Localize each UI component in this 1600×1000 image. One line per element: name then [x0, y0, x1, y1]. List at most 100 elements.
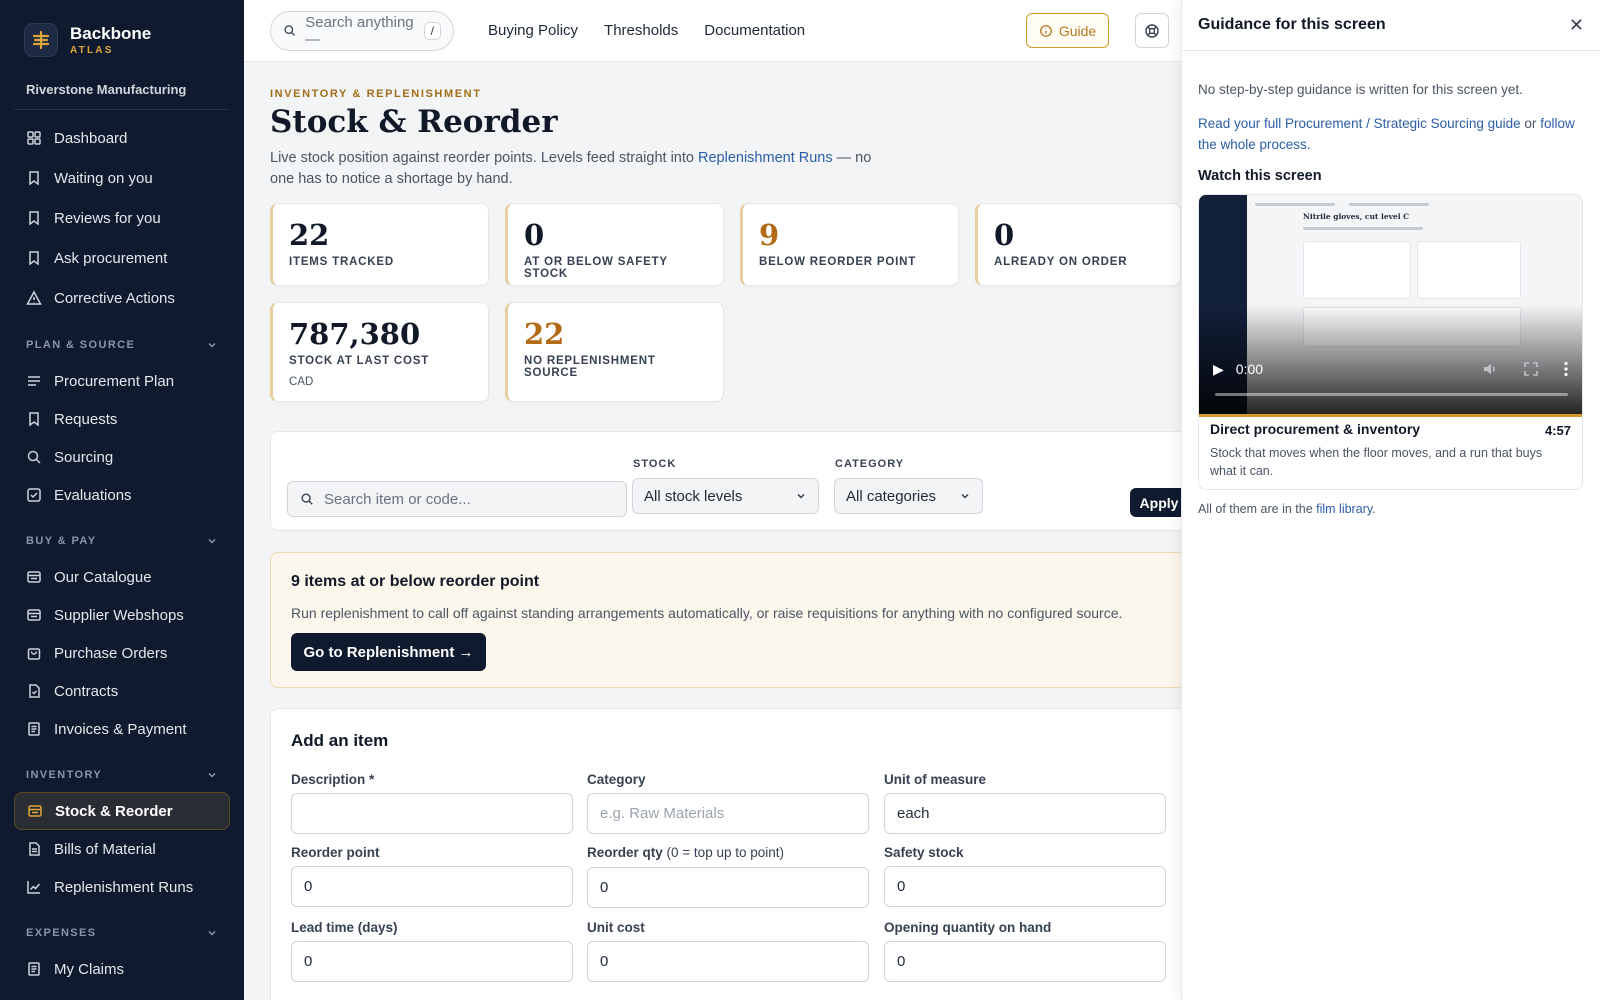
- item-search-input[interactable]: Search item or code...: [287, 481, 627, 517]
- reorder-point-field[interactable]: 0: [291, 866, 573, 907]
- stat-card-items-tracked: 22 ITEMS TRACKED: [270, 203, 489, 286]
- sidebar-item-my-claims[interactable]: My Claims: [14, 950, 230, 988]
- video-player[interactable]: Nitrile gloves, cut level C ▶ 0:00: [1199, 195, 1582, 414]
- sidebar-item-label: Requests: [54, 410, 118, 428]
- sidebar-item-label: Supplier Webshops: [54, 606, 184, 624]
- reorder-qty-field[interactable]: 0: [587, 867, 869, 908]
- link-buying-policy[interactable]: Buying Policy: [488, 22, 578, 39]
- section-inventory[interactable]: INVENTORY: [14, 758, 230, 792]
- full-guide-link[interactable]: Read your full Procurement / Strategic S…: [1198, 116, 1521, 131]
- organization-name[interactable]: Riverstone Manufacturing: [14, 80, 230, 110]
- sidebar-item-dashboard[interactable]: Dashboard: [14, 118, 230, 158]
- grid-icon: [27, 131, 41, 145]
- opening-qty-label: Opening quantity on hand: [884, 920, 1052, 935]
- sidebar-item-evaluations[interactable]: Evaluations: [14, 476, 230, 514]
- uom-field[interactable]: each: [884, 793, 1166, 834]
- guide-button[interactable]: Guide: [1026, 13, 1109, 48]
- sidebar-item-replenishment-runs[interactable]: Replenishment Runs: [14, 868, 230, 906]
- section-buy-pay[interactable]: BUY & PAY: [14, 524, 230, 558]
- sidebar-item-label: My Claims: [54, 960, 124, 978]
- section-expenses[interactable]: EXPENSES: [14, 916, 230, 950]
- panel-title: Guidance for this screen: [1198, 16, 1386, 33]
- global-search-input[interactable]: Search anything — /: [270, 10, 454, 51]
- stat-label: ALREADY ON ORDER: [994, 256, 1128, 268]
- film-duration: 4:57: [1544, 423, 1571, 438]
- video-thumbnail-panel: [1303, 241, 1411, 299]
- sidebar-item-our-catalogue[interactable]: Our Catalogue: [14, 558, 230, 596]
- stock-filter-select[interactable]: All stock levels: [632, 478, 819, 514]
- search-icon: [27, 450, 41, 464]
- help-button[interactable]: [1135, 13, 1169, 48]
- sidebar-item-corrective-actions[interactable]: Corrective Actions: [14, 278, 230, 318]
- section-title: BUY & PAY: [26, 535, 97, 547]
- close-icon[interactable]: ✕: [1569, 15, 1584, 36]
- stat-value: 22: [289, 218, 330, 252]
- stock-filter-label: STOCK: [633, 458, 677, 470]
- file-icon: [29, 842, 40, 856]
- video-thumbnail-line: [1255, 203, 1335, 206]
- file-icon: [29, 684, 40, 698]
- sidebar-item-purchase-orders[interactable]: Purchase Orders: [14, 634, 230, 672]
- link-thresholds[interactable]: Thresholds: [604, 22, 678, 39]
- description-field[interactable]: [291, 793, 573, 834]
- section-plan-source[interactable]: PLAN & SOURCE: [14, 328, 230, 362]
- description-text: Live stock position against reorder poin…: [270, 150, 698, 166]
- stat-label: NO REPLENISHMENT SOURCE: [524, 355, 656, 379]
- play-icon[interactable]: ▶: [1213, 361, 1224, 378]
- search-icon: [284, 25, 296, 36]
- volume-icon[interactable]: [1482, 361, 1498, 377]
- sidebar-item-stock-reorder[interactable]: Stock & Reorder: [14, 792, 230, 830]
- more-vertical-icon[interactable]: [1564, 361, 1568, 377]
- stat-value: 787,380: [289, 317, 421, 351]
- brand-subtitle: ATLAS: [70, 44, 114, 56]
- link-documentation[interactable]: Documentation: [704, 22, 805, 39]
- replenishment-runs-link[interactable]: Replenishment Runs: [698, 150, 833, 166]
- catalogue-icon: [27, 571, 41, 583]
- apply-button[interactable]: Apply: [1130, 488, 1181, 517]
- stat-card-already-on-order: 0 ALREADY ON ORDER: [975, 203, 1181, 286]
- sidebar-item-contracts[interactable]: Contracts: [14, 672, 230, 710]
- sidebar-item-ask-procurement[interactable]: Ask procurement: [14, 238, 230, 278]
- category-field[interactable]: e.g. Raw Materials: [587, 793, 869, 834]
- film-library-link[interactable]: film library: [1316, 502, 1372, 516]
- search-placeholder: Search item or code...: [324, 490, 471, 508]
- film-library-note: All of them are in the film library.: [1198, 502, 1376, 516]
- sidebar-item-waiting-on-you[interactable]: Waiting on you: [14, 158, 230, 198]
- sidebar-item-supplier-webshops[interactable]: Supplier Webshops: [14, 596, 230, 634]
- safety-stock-field[interactable]: 0: [884, 866, 1166, 907]
- search-icon: [301, 493, 313, 505]
- fullscreen-icon[interactable]: [1524, 362, 1538, 376]
- sidebar-item-label: Bills of Material: [54, 840, 156, 858]
- stat-value: 22: [524, 317, 565, 351]
- search-placeholder: Search anything —: [305, 13, 414, 48]
- sidebar-item-invoices-payment[interactable]: Invoices & Payment: [14, 710, 230, 748]
- category-filter-value: All categories: [846, 487, 937, 505]
- lead-time-field[interactable]: 0: [291, 941, 573, 982]
- chevron-down-icon: [797, 493, 805, 499]
- add-item-form: Add an item Description * Category e.g. …: [270, 708, 1181, 1000]
- category-filter-select[interactable]: All categories: [834, 478, 983, 514]
- go-to-replenishment-button[interactable]: Go to Replenishment →: [291, 633, 486, 671]
- receipt-icon: [28, 962, 40, 976]
- stat-card-stock-at-last-cost: 787,380 STOCK AT LAST COST CAD: [270, 302, 489, 402]
- sidebar-item-label: Our Catalogue: [54, 568, 152, 586]
- sidebar-item-reviews-for-you[interactable]: Reviews for you: [14, 198, 230, 238]
- film-card[interactable]: Nitrile gloves, cut level C ▶ 0:00 Direc…: [1198, 194, 1583, 490]
- opening-qty-field[interactable]: 0: [884, 941, 1166, 982]
- sidebar-item-requests[interactable]: Requests: [14, 400, 230, 438]
- film-accent-bar: [1199, 414, 1582, 417]
- sidebar-item-label: Sourcing: [54, 448, 114, 466]
- stat-value: 0: [524, 218, 545, 252]
- sidebar-item-label: Waiting on you: [54, 169, 153, 187]
- sidebar-item-procurement-plan[interactable]: Procurement Plan: [14, 362, 230, 400]
- sidebar-item-bills-of-material[interactable]: Bills of Material: [14, 830, 230, 868]
- description-label: Description *: [291, 772, 375, 787]
- unit-cost-field[interactable]: 0: [587, 941, 869, 982]
- sidebar-item-sourcing[interactable]: Sourcing: [14, 438, 230, 476]
- brand[interactable]: Backbone ATLAS: [0, 0, 244, 80]
- lead-time-label: Lead time (days): [291, 920, 398, 935]
- stat-label: STOCK AT LAST COST: [289, 355, 430, 367]
- reorder-alert: 9 items at or below reorder point Run re…: [270, 552, 1181, 688]
- video-progress-bar[interactable]: [1215, 393, 1568, 396]
- sidebar-item-label: Invoices & Payment: [54, 720, 187, 738]
